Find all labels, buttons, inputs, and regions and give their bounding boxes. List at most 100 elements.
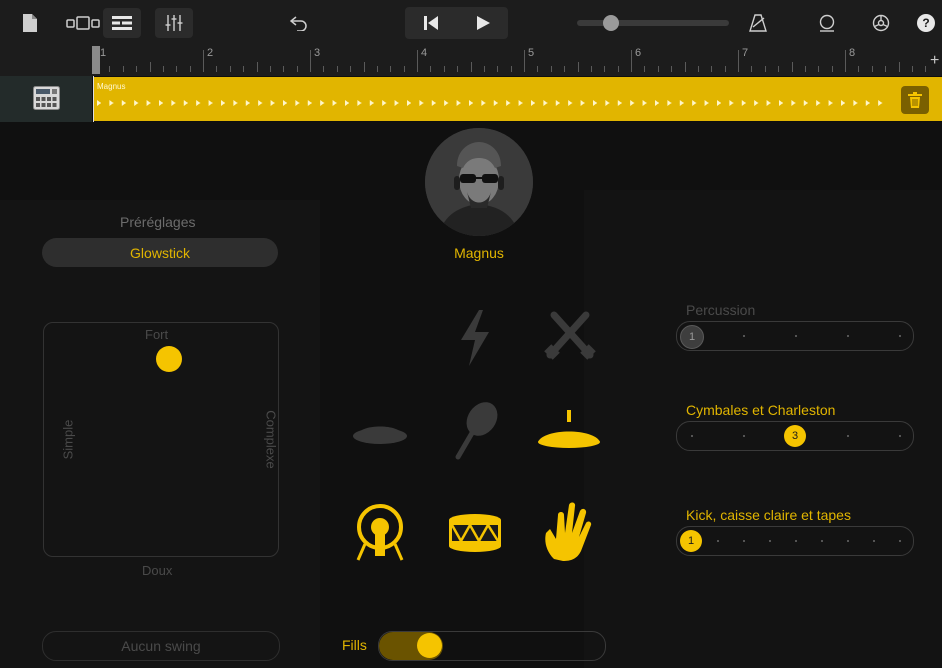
mixer-icon[interactable] [155, 8, 193, 38]
slider-step-dot [769, 540, 771, 542]
slider-step-dot [847, 435, 849, 437]
settings-icon[interactable] [868, 8, 894, 38]
ruler-tick [484, 66, 485, 72]
sticks-icon[interactable] [534, 303, 606, 367]
ruler-tick [912, 66, 913, 72]
region-pattern-arrow [345, 100, 349, 106]
ruler-bar-line [310, 50, 311, 72]
ruler-tick [270, 66, 271, 72]
ruler-tick [604, 66, 605, 72]
document-icon[interactable] [18, 8, 42, 38]
metronome-icon[interactable] [745, 8, 771, 38]
playhead [93, 76, 94, 122]
slider-step-dot [743, 335, 745, 337]
region-pattern-arrow [146, 100, 151, 106]
slider-knob[interactable]: 1 [680, 325, 704, 349]
ruler-tick [243, 66, 244, 72]
ruler-tick [591, 66, 592, 72]
region-pattern-arrow [878, 100, 883, 106]
swing-button[interactable]: Aucun swing [42, 631, 280, 661]
region-pattern-arrow [717, 100, 721, 106]
track-header[interactable] [0, 76, 92, 122]
kick-drum-icon[interactable] [344, 499, 416, 563]
region-pattern-arrow [531, 100, 535, 106]
region-pattern-arrow [580, 100, 585, 106]
slider-knob[interactable]: 1 [680, 530, 702, 552]
slider-title: Percussion [686, 302, 756, 318]
slider-step-dot [743, 435, 745, 437]
ruler-tick [537, 66, 538, 72]
loop-icon[interactable] [814, 8, 840, 38]
slider-step-dot [821, 540, 823, 542]
region-pattern-arrow [791, 100, 796, 106]
region-pattern-arrow [332, 100, 337, 106]
region-pattern-arrow [754, 100, 759, 106]
ruler-tick [457, 66, 458, 72]
region-pattern-arrow [555, 100, 560, 106]
fills-slider-thumb[interactable] [417, 633, 442, 658]
ruler-tick [297, 66, 298, 72]
toolbar: ? [0, 0, 942, 46]
ruler-tick [390, 66, 391, 72]
ruler-bar-line [845, 50, 846, 72]
ruler-tick [377, 66, 378, 72]
slider-title: Cymbales et Charleston [686, 402, 836, 418]
tambourine-icon[interactable] [344, 401, 416, 465]
pattern-slider[interactable]: 3 [676, 421, 914, 451]
region-pattern-arrow [568, 100, 573, 106]
ruler-tick [109, 66, 110, 72]
region-pattern-arrow [196, 100, 201, 106]
add-section-button[interactable]: + [930, 52, 939, 70]
tracks-list-icon[interactable] [103, 8, 141, 38]
region-pattern-arrow [481, 100, 486, 106]
region-pattern-arrow [469, 100, 473, 106]
ruler-tick [792, 62, 793, 72]
snare-drum-icon[interactable] [439, 501, 511, 565]
slider-step-dot [795, 540, 797, 542]
ruler-tick [899, 62, 900, 72]
slider-knob[interactable]: 3 [784, 425, 806, 447]
ruler-tick [216, 66, 217, 72]
region-pattern-arrow [245, 100, 250, 106]
ruler-bar-number: 4 [421, 47, 428, 59]
ruler-tick [805, 66, 806, 72]
region-pattern-arrow [407, 100, 411, 106]
help-icon[interactable]: ? [915, 8, 937, 38]
delete-region-button[interactable] [901, 86, 929, 114]
track-view-icon[interactable] [64, 8, 102, 38]
region-pattern-arrow [816, 100, 821, 106]
undo-icon[interactable] [286, 8, 312, 38]
shaker-icon[interactable] [439, 398, 511, 462]
volume-slider[interactable] [577, 20, 729, 26]
region-pattern-arrow [270, 100, 275, 106]
playhead-handle[interactable] [92, 46, 100, 74]
region-pattern-arrow [221, 100, 225, 106]
cymbal-icon[interactable] [533, 401, 605, 465]
ruler-tick [511, 66, 512, 72]
ruler-bar-line [524, 50, 525, 72]
region-pattern-arrow [357, 100, 362, 106]
volume-slider-thumb[interactable] [603, 15, 619, 31]
slider-step-dot [847, 335, 849, 337]
pad-puck[interactable] [156, 346, 182, 372]
complex-label: Complexe [263, 410, 279, 469]
region-pattern-arrow [679, 100, 684, 106]
drum-machine-icon [33, 86, 60, 110]
trash-icon [908, 92, 922, 108]
pattern-slider[interactable]: 1 [676, 321, 914, 351]
hand-clap-icon[interactable] [533, 499, 605, 563]
region-pattern-arrow [171, 100, 176, 106]
pattern-slider[interactable]: 1 [676, 526, 914, 556]
go-to-start-icon[interactable] [405, 7, 456, 39]
loud-label: Fort [145, 327, 169, 342]
ruler-tick [858, 66, 859, 72]
preset-selector-button[interactable]: Glowstick [42, 238, 278, 267]
ruler-tick [471, 62, 472, 72]
ruler-tick [885, 66, 886, 72]
drummer-avatar[interactable] [425, 128, 533, 236]
ruler-tick [778, 66, 779, 72]
region-pattern-arrow [605, 100, 610, 106]
clap-icon[interactable] [439, 306, 511, 370]
play-icon[interactable] [457, 7, 508, 39]
region-pattern-arrow [456, 100, 461, 106]
